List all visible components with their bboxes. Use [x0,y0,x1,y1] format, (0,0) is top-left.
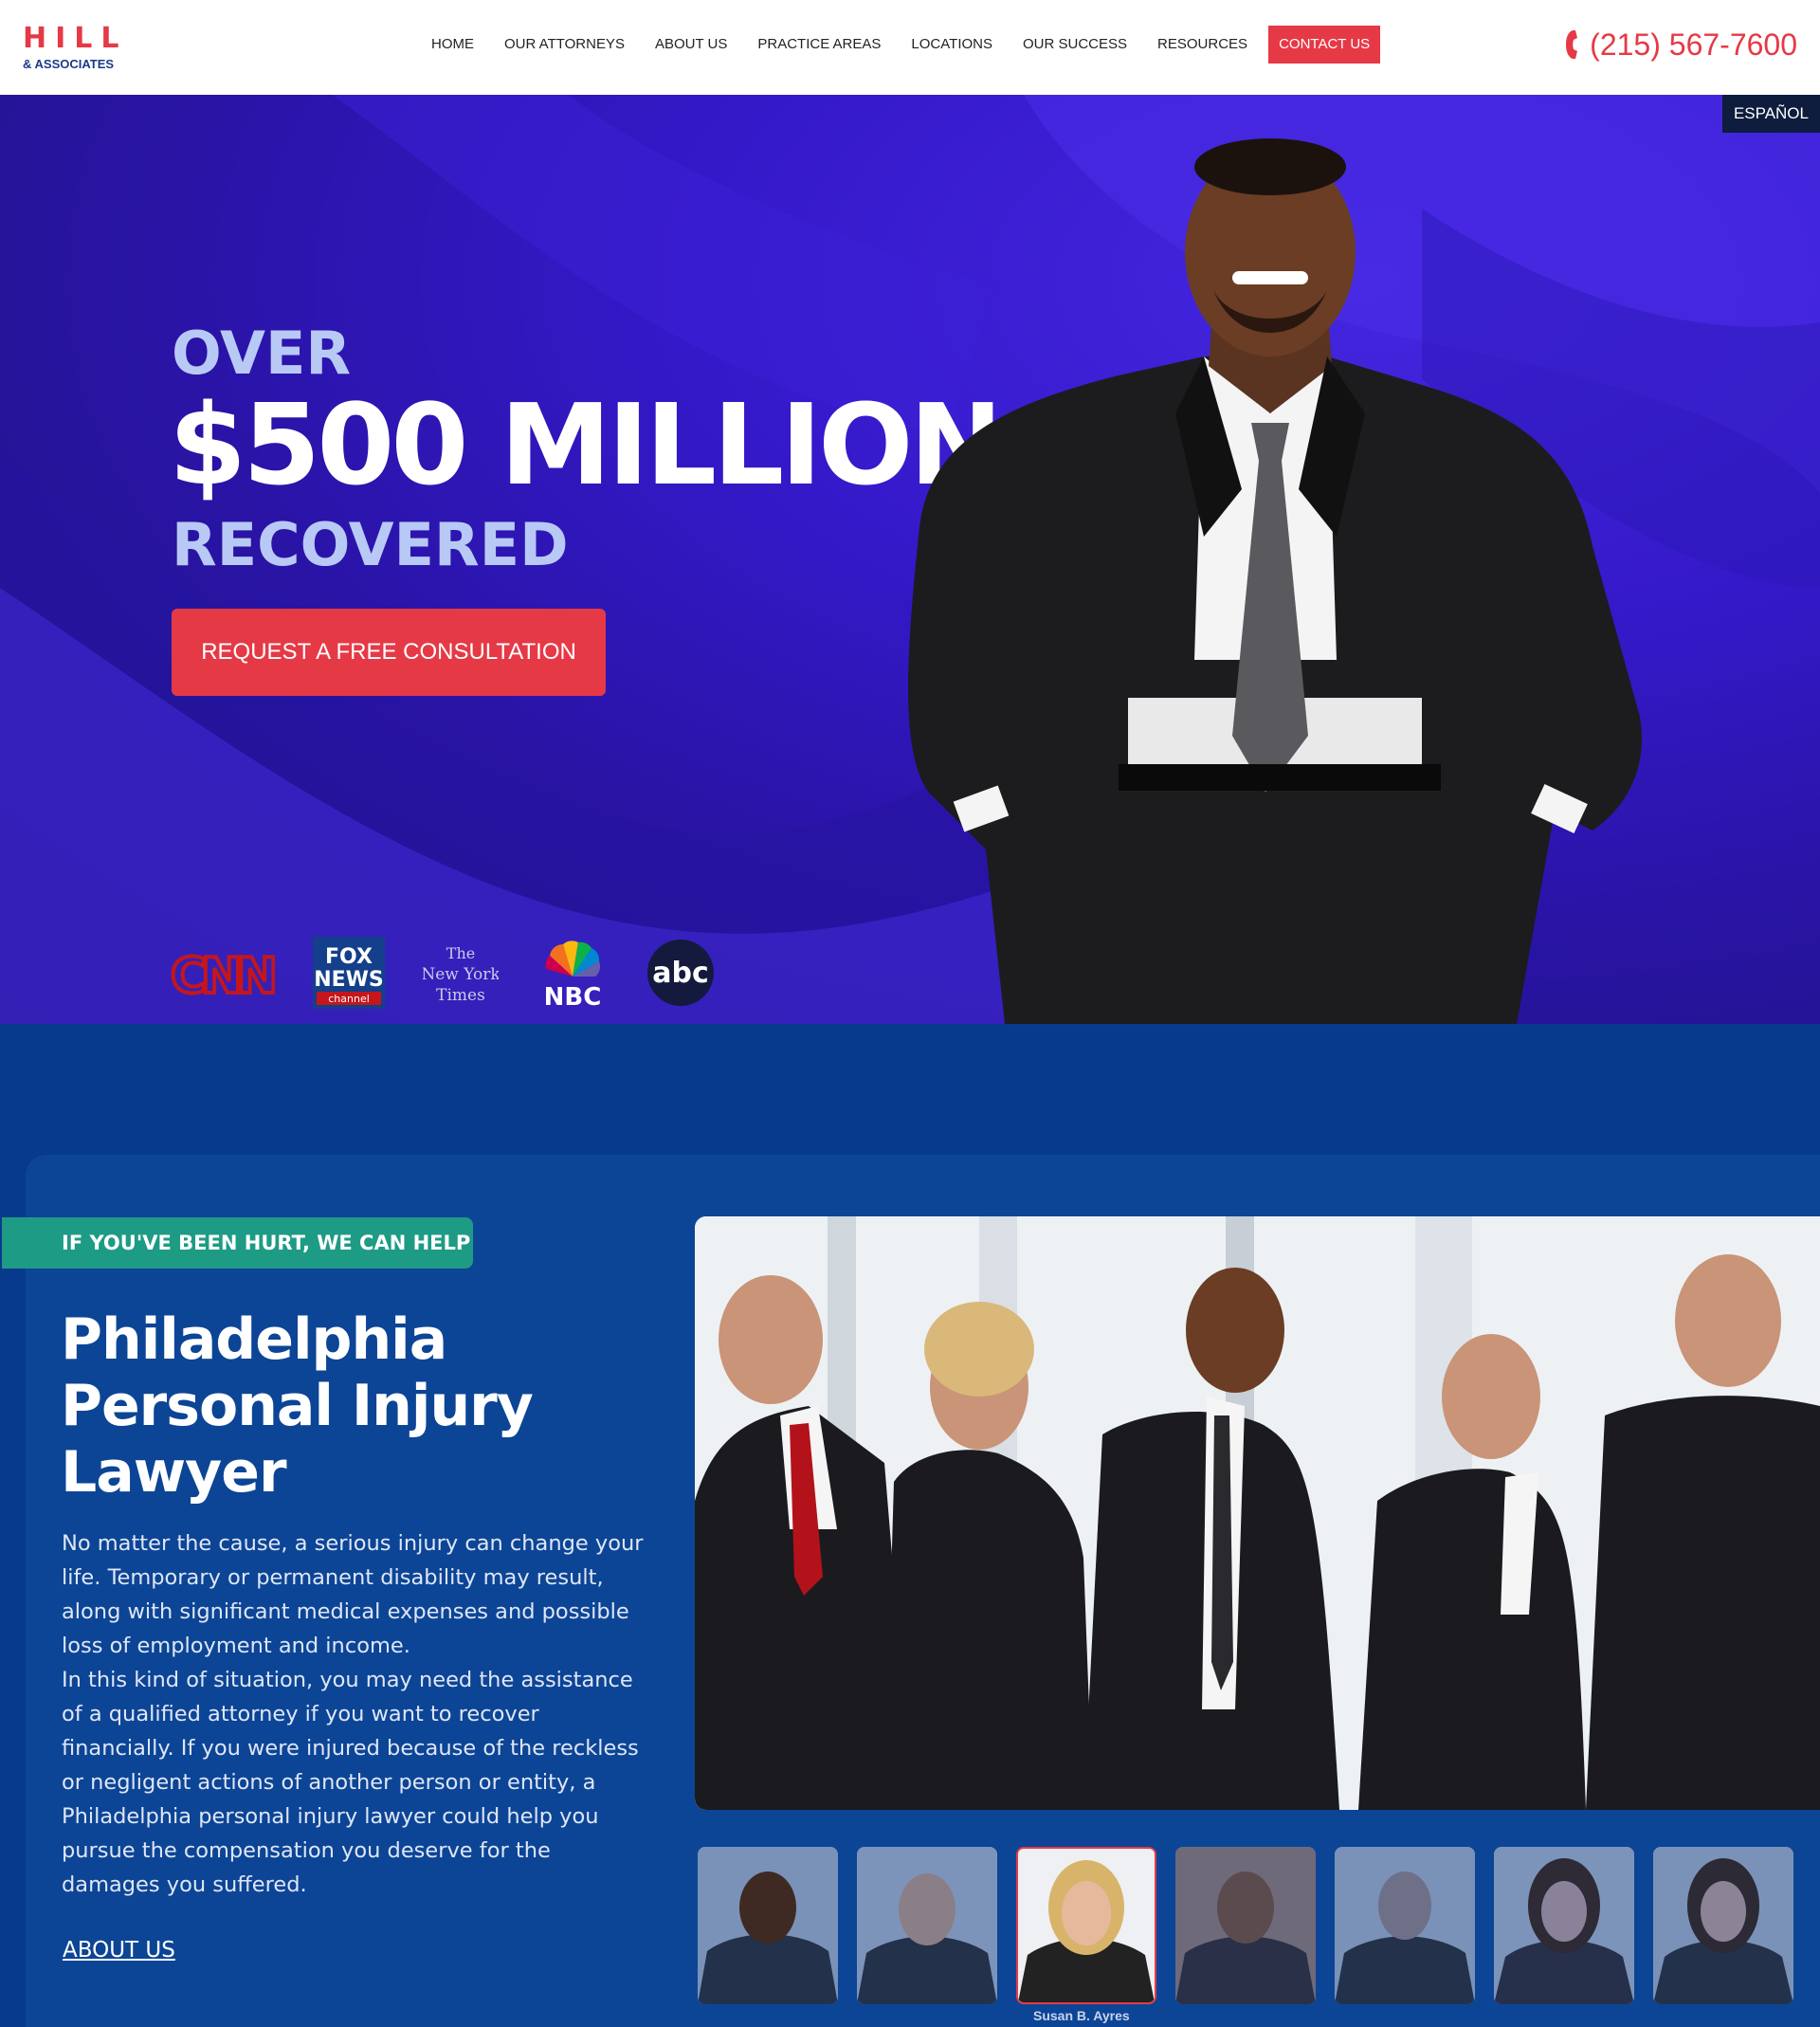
phone-link[interactable]: (215) 567-7600 [1565,23,1797,66]
phone-number: (215) 567-7600 [1590,27,1797,62]
section-badge: IF YOU'VE BEEN HURT, WE CAN HELP [2,1217,473,1269]
hero-section: ESPAÑOL OVER $500 MILLION RECOVERED REQU… [0,95,1820,1024]
hero-heading-amount: $500 MILLION [169,379,1003,510]
cnn-logo: CNN [169,940,282,1011]
nav-locations[interactable]: LOCATIONS [911,26,992,64]
request-consultation-button[interactable]: REQUEST A FREE CONSULTATION [172,609,606,696]
language-toggle-button[interactable]: ESPAÑOL [1721,95,1820,133]
nyt-logo: The New York Times [421,940,500,1011]
fox-news-text: NEWS [314,968,384,992]
nyt-times-text: Times [436,986,485,1005]
site-header: HILL & ASSOCIATES HOME OUR ATTORNEYS ABO… [0,0,1820,95]
section-paragraph-2: In this kind of situation, you may need … [62,1668,639,1897]
attorney-thumbnail[interactable] [857,1847,997,2004]
nav-home[interactable]: HOME [431,26,474,64]
attorney-thumbnail[interactable] [1175,1847,1316,2004]
nav-about-us[interactable]: ABOUT US [655,26,727,64]
hero-heading-recovered: RECOVERED [172,510,569,579]
nbc-logo: NBC [537,937,609,1014]
fox-channel-text: channel [328,993,370,1005]
media-logos-row: CNN FOX NEWS channel The New York Times [169,936,753,1014]
hero-heading-over: OVER [172,319,352,388]
logo-sub-text: & ASSOCIATES [23,57,115,71]
abc-logo-text: abc [652,957,709,990]
attorney-thumbnail[interactable] [1494,1847,1634,2004]
nav-resources[interactable]: RESOURCES [1157,26,1247,64]
phone-icon [1566,30,1578,59]
fox-news-logo: FOX NEWS channel [313,936,385,1014]
section-title: Philadelphia Personal Injury Lawyer [61,1306,534,1506]
about-us-link[interactable]: ABOUT US [63,1938,175,1963]
lead-attorney-photo [908,138,1642,1024]
main-nav: HOME OUR ATTORNEYS ABOUT US PRACTICE ARE… [431,26,1381,64]
attorney-thumbnail-selected[interactable] [1016,1847,1156,2004]
fox-logo-text: FOX [325,945,373,969]
site-logo[interactable]: HILL & ASSOCIATES [23,22,128,72]
abc-logo: abc [646,939,715,1012]
logo-main-text: HILL [23,22,128,55]
team-group-photo [695,1216,1820,1810]
nbc-logo-text: NBC [544,983,602,1009]
attorney-thumbnail[interactable] [1653,1847,1793,2004]
nav-our-success[interactable]: OUR SUCCESS [1023,26,1127,64]
nyt-newyork-text: New York [423,965,499,984]
section-body: No matter the cause, a serious injury ca… [62,1526,649,1902]
nav-our-attorneys[interactable]: OUR ATTORNEYS [504,26,625,64]
contact-us-button[interactable]: CONTACT US [1268,26,1381,64]
attorney-thumbnails [698,1847,1812,2004]
cnn-logo-text: CNN [171,948,274,1005]
selected-attorney-name: Susan B. Ayres [1033,2008,1130,2023]
section-paragraph-1: No matter the cause, a serious injury ca… [62,1531,644,1658]
attorney-thumbnail[interactable] [1335,1847,1475,2004]
nav-practice-areas[interactable]: PRACTICE AREAS [757,26,881,64]
attorney-thumbnail[interactable] [698,1847,838,2004]
nyt-the-text: The [446,944,475,962]
